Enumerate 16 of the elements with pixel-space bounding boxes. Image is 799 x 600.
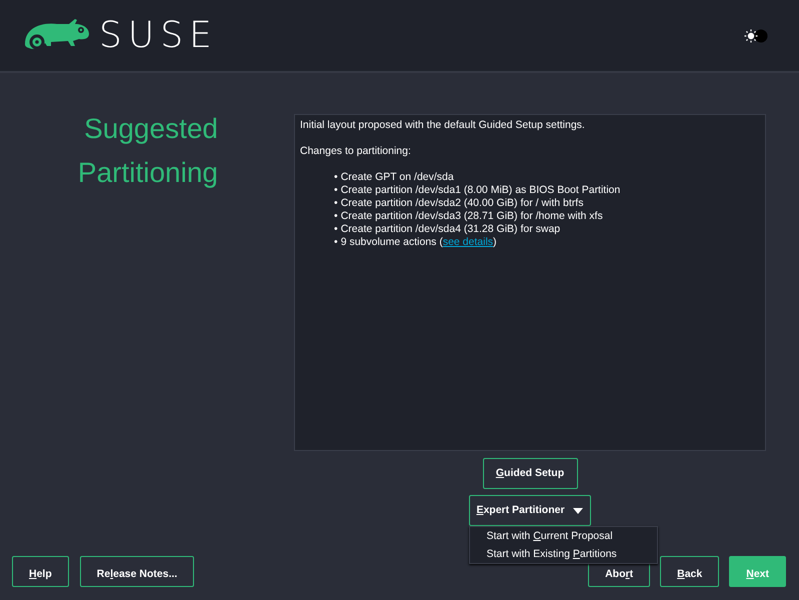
change-item: Create partition /dev/sda2 (40.00 GiB) for / with btrfs (340, 197, 584, 210)
bullet: • (334, 197, 338, 210)
change-item: Create partition /dev/sda4 (31.28 GiB) for swap (340, 223, 560, 236)
page-title: Partitioning (76, 156, 218, 190)
bullet: • (334, 223, 338, 236)
change-item: Create GPT on /dev/sda (340, 171, 454, 184)
bullet: • (334, 171, 338, 184)
change-item: Create partition /dev/sda1 (8.00 MiB) as BIOS Boot Partition (340, 184, 620, 197)
brand-name: SUSE (99, 18, 218, 54)
summary-panel: Initial layout proposed with the default Guided Setup settings. Changes to partitioning: • Create GPT on /dev/sda • Create partition /dev/sda1 (8.00 MiB) as BIOS Boot Partition • Create partition /dev/sda2 (40.00 GiB) for / with btrfs • Create partition /dev/sda3 (28.71 GiB) for /home with xfs • Create partition /dev/sda4 (31.28 GiB) for swap • 9 subvolume actions (see details) (294, 114, 766, 451)
bullet: • (334, 210, 338, 223)
bullet: • (334, 184, 338, 197)
change-item: 9 subvolume actions (see details) (340, 236, 497, 249)
change-item: Create partition /dev/sda3 (28.71 GiB) for /home with xfs (340, 210, 603, 223)
bullet: • (334, 236, 338, 249)
page-title: Suggested (83, 112, 218, 146)
